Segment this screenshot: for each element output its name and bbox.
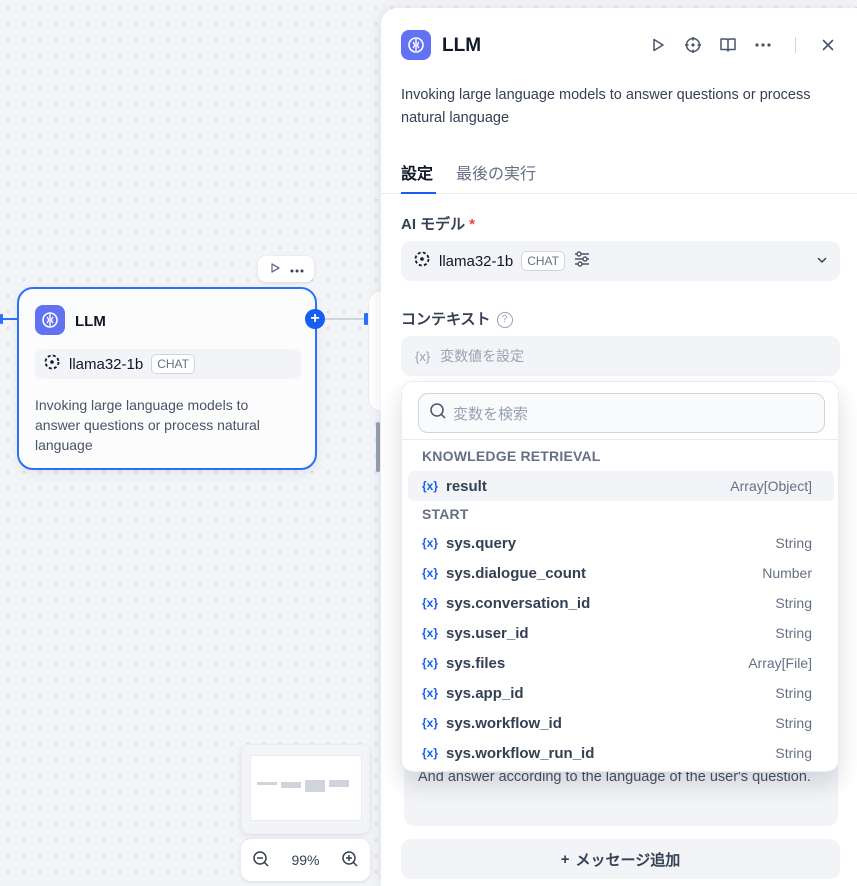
panel-resize-handle[interactable] [376, 422, 380, 472]
zoom-controls: 99% [241, 839, 370, 881]
variable-name: sys.files [446, 654, 506, 672]
minimap-viewport [250, 755, 362, 821]
variable-icon: {x} [422, 596, 439, 610]
node-title: LLM [75, 313, 106, 330]
variable-icon: {x} [415, 348, 431, 364]
required-mark: * [469, 216, 476, 233]
node-model-name: llama32-1b [69, 355, 144, 373]
incoming-edge-handle [0, 314, 3, 324]
variable-type: Number [762, 565, 812, 581]
model-name: llama32-1b [439, 252, 514, 270]
help-icon[interactable]: ? [496, 312, 513, 329]
panel-description[interactable]: Invoking large language models to answer… [401, 84, 841, 130]
variable-type: Array[Object] [730, 478, 812, 494]
variable-option[interactable]: {x} result Array[Object] [408, 471, 834, 501]
variable-type: Array[File] [748, 655, 812, 671]
variable-name: sys.query [446, 534, 517, 552]
chevron-down-icon[interactable] [816, 253, 828, 270]
group-title: START [422, 506, 469, 522]
settings-sliders-icon[interactable] [573, 250, 591, 272]
variable-name: sys.workflow_id [446, 714, 562, 732]
tab-settings[interactable]: 設定 [401, 160, 433, 184]
context-label: コンテキスト? [401, 308, 513, 329]
variable-icon: {x} [422, 716, 439, 730]
play-icon[interactable] [647, 34, 669, 56]
node-more-icon[interactable] [290, 262, 304, 276]
variable-type: String [775, 625, 812, 641]
tab-last-run[interactable]: 最後の実行 [456, 160, 536, 184]
model-selector[interactable]: llama32-1b CHAT [401, 241, 840, 281]
minimap[interactable] [241, 744, 370, 834]
variable-type: String [775, 685, 812, 701]
zoom-in-icon[interactable] [341, 850, 359, 871]
add-message-button[interactable]: + メッセージ追加 [401, 839, 840, 879]
variable-option[interactable]: {x} sys.app_id String [408, 678, 834, 708]
panel-actions [647, 34, 839, 56]
node-model-chip: llama32-1b CHAT [35, 349, 301, 379]
variable-icon: {x} [422, 479, 439, 493]
next-node-target-handle[interactable] [364, 313, 368, 325]
outgoing-edge [322, 318, 370, 320]
variable-search-placeholder: 変数を検索 [453, 405, 529, 423]
variable-search-input[interactable]: 変数を検索 [418, 393, 825, 433]
group-title: KNOWLEDGE RETRIEVAL [422, 448, 601, 464]
zoom-out-icon[interactable] [252, 850, 270, 871]
variable-option[interactable]: {x} sys.user_id String [408, 618, 834, 648]
plus-icon: + [560, 850, 570, 868]
variable-icon: {x} [422, 566, 439, 580]
locate-icon[interactable] [682, 34, 704, 56]
variable-option[interactable]: {x} sys.workflow_id String [408, 708, 834, 738]
variable-picker: 変数を検索 KNOWLEDGE RETRIEVAL {x} result Arr… [401, 381, 839, 772]
model-tag: CHAT [521, 251, 565, 271]
llm-brain-icon [35, 305, 65, 335]
model-icon [413, 250, 431, 272]
variable-option[interactable]: {x} sys.workflow_run_id String [408, 738, 834, 768]
variable-name: sys.user_id [446, 624, 529, 642]
model-icon [43, 353, 61, 375]
add-message-label: メッセージ追加 [575, 851, 681, 869]
book-icon[interactable] [717, 34, 739, 56]
node-toolbar [258, 256, 314, 282]
variable-type: String [775, 745, 812, 761]
divider [402, 439, 838, 440]
variable-icon: {x} [422, 626, 439, 640]
more-icon[interactable] [752, 34, 774, 56]
node-model-tag: CHAT [151, 354, 195, 374]
variable-type: String [775, 535, 812, 551]
panel-title[interactable]: LLM [442, 35, 481, 57]
variable-option[interactable]: {x} sys.dialogue_count Number [408, 558, 834, 588]
add-next-node-button[interactable]: + [305, 309, 325, 329]
close-icon[interactable] [817, 34, 839, 56]
variable-icon: {x} [422, 656, 439, 670]
active-tab-indicator [401, 192, 436, 194]
variable-icon: {x} [422, 746, 439, 760]
variable-option[interactable]: {x} sys.files Array[File] [408, 648, 834, 678]
zoom-level[interactable]: 99% [291, 852, 319, 868]
variable-option[interactable]: {x} sys.conversation_id String [408, 588, 834, 618]
context-variable-input[interactable]: {x} 変数値を設定 [401, 336, 840, 376]
variable-name: sys.app_id [446, 684, 524, 702]
model-label: AI モデル * [401, 213, 475, 234]
variable-icon: {x} [422, 536, 439, 550]
llm-brain-icon [401, 30, 431, 60]
variable-option[interactable]: {x} sys.query String [408, 528, 834, 558]
variable-name: sys.workflow_run_id [446, 744, 595, 762]
variable-type: String [775, 595, 812, 611]
variable-name: result [446, 477, 487, 495]
search-icon [429, 402, 447, 424]
run-node-icon[interactable] [269, 262, 281, 277]
node-description: Invoking large language models to answer… [35, 397, 260, 453]
variable-type: String [775, 715, 812, 731]
model-label-text: AI モデル [401, 216, 466, 233]
variable-name: sys.dialogue_count [446, 564, 587, 582]
variable-name: sys.conversation_id [446, 594, 591, 612]
context-label-text: コンテキスト [401, 311, 491, 328]
panel-tabs: 設定 最後の実行 [381, 156, 857, 194]
variable-icon: {x} [422, 686, 439, 700]
actions-divider [795, 37, 796, 53]
context-placeholder: 変数値を設定 [440, 348, 525, 364]
llm-node[interactable]: LLM llama32-1b CHAT Invoking large langu… [17, 287, 317, 470]
